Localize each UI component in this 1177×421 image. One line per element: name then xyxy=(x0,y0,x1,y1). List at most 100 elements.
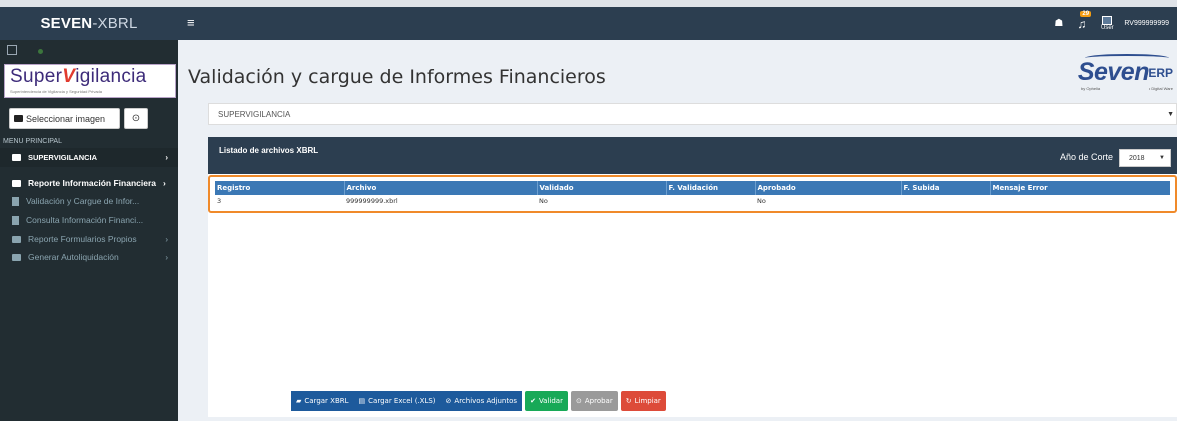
validar-button[interactable]: ✔ Validar xyxy=(525,391,568,411)
top-right-tools: ☗ ♫ 29 User RV999999999 xyxy=(1054,7,1169,40)
sidebar-item-label: Generar Autoliquidación xyxy=(28,252,119,262)
column-header[interactable]: Registro xyxy=(215,181,345,195)
files-table-container: Registro Archivo Validado F. Validación … xyxy=(208,175,1177,213)
user-image-alt: User xyxy=(1101,25,1114,31)
column-header[interactable]: F. Subida xyxy=(901,181,991,195)
menu-header: MENU PRINCIPAL xyxy=(3,138,62,145)
folder-icon xyxy=(12,154,21,161)
sidebar-item-label: Reporte Información Financiera xyxy=(28,178,156,188)
sidebar-item-label: Reporte Formularios Propios xyxy=(28,234,137,244)
notification-badge: 29 xyxy=(1080,10,1092,17)
cargar-excel-label: Cargar Excel (.XLS) xyxy=(368,397,436,405)
user-avatar: User xyxy=(1100,16,1114,31)
sidebar-item-supervigilancia[interactable]: SUPERVIGILANCIA › xyxy=(0,148,178,167)
validar-label: Validar xyxy=(538,397,563,405)
brand-rest: -XBRL xyxy=(92,15,138,32)
table-row[interactable]: 3 999999999.xbrl No No xyxy=(215,195,1170,207)
table-cell: No xyxy=(539,197,548,205)
sidebar-item-reporte-formularios[interactable]: Reporte Formularios Propios › xyxy=(0,230,178,248)
column-header[interactable]: F. Validación xyxy=(666,181,756,195)
supervigilancia-logo: SuperVigilancia Superintendencia de Vigi… xyxy=(4,64,176,98)
upload-button-group: ▰ Cargar XBRL ▤ Cargar Excel (.XLS) ⊘ Ar… xyxy=(291,391,523,411)
cargar-excel-button[interactable]: ▤ Cargar Excel (.XLS) xyxy=(353,391,441,411)
file-icon xyxy=(12,196,19,206)
sidebar-item-generar-autoliquidacion[interactable]: Generar Autoliquidación › xyxy=(0,248,178,266)
year-label: Año de Corte xyxy=(1060,152,1114,162)
folder-open-icon: ▰ xyxy=(296,397,302,405)
column-header[interactable]: Validado xyxy=(537,181,667,195)
sidebar-item-label: SUPERVIGILANCIA xyxy=(28,153,98,162)
sidebar-item-label: Validación y Cargue de Infor... xyxy=(26,196,140,206)
select-image-button[interactable]: Seleccionar imagen xyxy=(9,108,120,129)
table-cell xyxy=(990,195,1170,207)
sidebar-item-reporte-informacion[interactable]: Reporte Información Financiera › xyxy=(0,174,178,192)
caret-down-icon: ▼ xyxy=(1159,155,1165,161)
year-select-value: 2018 xyxy=(1129,154,1145,162)
username: RV999999999 xyxy=(1124,20,1169,27)
action-buttons: ▰ Cargar XBRL ▤ Cargar Excel (.XLS) ⊘ Ar… xyxy=(291,391,666,411)
upload-button[interactable]: ⊙ xyxy=(124,108,148,129)
bell-icon: ♫ xyxy=(1077,16,1087,31)
aprobar-button[interactable]: ⊙ Aprobar xyxy=(570,391,618,411)
chevron-right-icon: › xyxy=(165,234,168,244)
seven-erp-logo: Seven -ERP by Ophelia • Digital Ware xyxy=(1063,52,1173,92)
column-header[interactable]: Aprobado xyxy=(755,181,902,195)
sidebar-item-consulta-informacion[interactable]: Consulta Información Financi... xyxy=(0,211,178,229)
app-brand[interactable]: SEVEN -XBRL xyxy=(0,7,178,40)
logo-text-v: V xyxy=(62,66,76,87)
table-cell: 3 xyxy=(217,197,222,205)
sidebar-item-label: Consulta Información Financi... xyxy=(26,215,144,225)
page-title: Validación y cargue de Informes Financie… xyxy=(188,66,606,88)
hamburger-icon[interactable]: ≡ xyxy=(187,15,195,30)
check-circle-icon: ⊙ xyxy=(575,397,582,405)
table-cell xyxy=(666,195,755,207)
chevron-right-icon: › xyxy=(165,153,168,162)
logo-seven: Seven xyxy=(1077,58,1150,86)
logo-erp: -ERP xyxy=(1144,66,1173,80)
caret-down-icon: ▼ xyxy=(1167,110,1174,118)
column-header[interactable]: Archivo xyxy=(344,181,538,195)
xbrl-files-panel: Listado de archivos XBRL Año de Corte 20… xyxy=(208,137,1177,417)
logo-by: by Ophelia xyxy=(1081,86,1101,91)
limpiar-label: Limpiar xyxy=(634,397,661,405)
select-image-label: Seleccionar imagen xyxy=(26,113,106,124)
table-cell: 999999999.xbrl xyxy=(346,197,398,205)
panel-header: Listado de archivos XBRL Año de Corte 20… xyxy=(208,137,1177,174)
chevron-right-icon: › xyxy=(163,178,166,188)
online-status-icon xyxy=(38,49,43,54)
circle-arrow-up-icon: ⊙ xyxy=(131,113,141,124)
home-icon[interactable]: ☗ xyxy=(1054,18,1063,29)
table-cell: No xyxy=(757,197,766,205)
chevron-right-icon: › xyxy=(165,252,168,262)
check-icon: ✔ xyxy=(530,397,536,405)
panel-title: Listado de archivos XBRL xyxy=(219,146,319,155)
paperclip-icon: ⊘ xyxy=(445,397,452,405)
folder-open-icon xyxy=(14,115,23,122)
table-cell xyxy=(901,195,990,207)
sidebar-item-validacion-cargue[interactable]: Validación y Cargue de Infor... xyxy=(0,192,178,210)
folder-icon xyxy=(12,235,21,243)
logo-text-b: igilancia xyxy=(75,66,147,87)
folder-icon xyxy=(12,253,21,261)
user-menu[interactable]: User RV999999999 xyxy=(1100,16,1169,31)
year-select[interactable]: 2018 ▼ xyxy=(1119,149,1171,167)
files-table: Registro Archivo Validado F. Validación … xyxy=(215,181,1170,207)
cargar-xbrl-button[interactable]: ▰ Cargar XBRL xyxy=(291,391,354,411)
table-header-row: Registro Archivo Validado F. Validación … xyxy=(215,181,1170,195)
logo-text: SuperVigilancia xyxy=(10,66,147,88)
sidebar-checkbox[interactable] xyxy=(7,45,17,55)
organization-select[interactable]: SUPERVIGILANCIA ▼ xyxy=(208,103,1177,125)
logo-digital-ware: • Digital Ware xyxy=(1148,86,1173,91)
archivos-adjuntos-button[interactable]: ⊘ Archivos Adjuntos xyxy=(440,391,523,411)
logo-subtitle: Superintendencia de Vigilancia y Segurid… xyxy=(10,89,102,94)
limpiar-button[interactable]: ↻ Limpiar xyxy=(620,391,666,411)
organization-select-value: SUPERVIGILANCIA xyxy=(218,109,291,119)
column-header[interactable]: Mensaje Error xyxy=(990,181,1170,195)
folder-icon xyxy=(12,179,21,187)
notifications-button[interactable]: ♫ 29 xyxy=(1077,10,1092,31)
brand-bold: SEVEN xyxy=(40,15,93,32)
user-image-icon xyxy=(1102,16,1113,25)
archivos-adjuntos-label: Archivos Adjuntos xyxy=(454,397,518,405)
top-navbar: SEVEN -XBRL ≡ ☗ ♫ 29 User RV999999999 xyxy=(0,0,1177,40)
logo-text-a: Super xyxy=(10,66,63,87)
